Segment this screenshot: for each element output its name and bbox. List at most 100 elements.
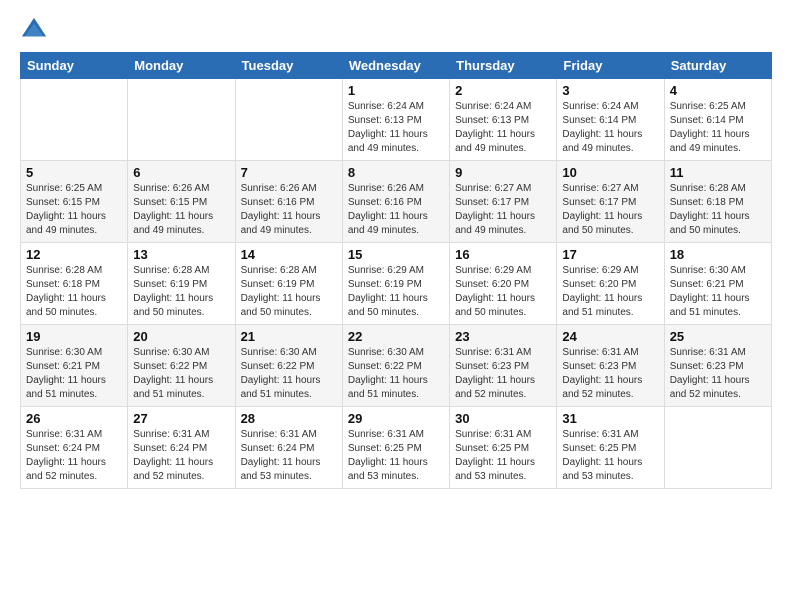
day-number: 22 — [348, 329, 444, 344]
weekday-header-friday: Friday — [557, 53, 664, 79]
weekday-header-saturday: Saturday — [664, 53, 771, 79]
calendar-cell: 8 Sunrise: 6:26 AM Sunset: 6:16 PM Daylig… — [342, 161, 449, 243]
calendar-cell: 11Sunrise: 6:28 AM Sunset: 6:18 PM Dayli… — [664, 161, 771, 243]
day-info: Sunrise: 6:26 AM Sunset: 6:16 PM Dayligh… — [348, 182, 444, 238]
weekday-header-tuesday: Tuesday — [235, 53, 342, 79]
day-info: Sunrise: 6:25 AM Sunset: 6:15 PM Dayligh… — [26, 182, 122, 238]
day-info: Sunrise: 6:31 AM Sunset: 6:23 PM Dayligh… — [562, 346, 658, 402]
calendar-cell: 19 Sunrise: 6:30 AM Sunset: 6:21 PM Dayli… — [21, 325, 128, 407]
day-number: 30 — [455, 411, 551, 426]
calendar-cell: 3 Sunrise: 6:24 AM Sunset: 6:14 PM Daylig… — [557, 79, 664, 161]
calendar-cell: 29 Sunrise: 6:31 AM Sunset: 6:25 PM Dayli… — [342, 407, 449, 489]
calendar-cell: 22 Sunrise: 6:30 AM Sunset: 6:22 PM Dayli… — [342, 325, 449, 407]
day-info: Sunrise: 6:31 AM Sunset: 6:25 PM Dayligh… — [455, 428, 551, 484]
day-number: 27 — [133, 411, 229, 426]
calendar-cell: 31 Sunrise: 6:31 AM Sunset: 6:25 PM Dayli… — [557, 407, 664, 489]
calendar-cell: 12 Sunrise: 6:28 AM Sunset: 6:18 PM Dayli… — [21, 243, 128, 325]
calendar-cell: 21 Sunrise: 6:30 AM Sunset: 6:22 PM Dayli… — [235, 325, 342, 407]
calendar-cell: 4Sunrise: 6:25 AM Sunset: 6:14 PM Daylig… — [664, 79, 771, 161]
calendar-cell: 25 Sunrise: 6:31 AM Sunset: 6:23 PM Dayli… — [664, 325, 771, 407]
day-info: Sunrise: 6:24 AM Sunset: 6:13 PM Dayligh… — [348, 100, 444, 156]
calendar-cell: 6 Sunrise: 6:26 AM Sunset: 6:15 PM Daylig… — [128, 161, 235, 243]
calendar-cell: 28Sunrise: 6:31 AM Sunset: 6:24 PM Dayli… — [235, 407, 342, 489]
day-number: 7 — [241, 165, 337, 180]
calendar-cell: 9 Sunrise: 6:27 AM Sunset: 6:17 PM Daylig… — [450, 161, 557, 243]
calendar-header: SundayMondayTuesdayWednesdayThursdayFrid… — [21, 53, 772, 79]
day-number: 23 — [455, 329, 551, 344]
day-number: 29 — [348, 411, 444, 426]
weekday-header-thursday: Thursday — [450, 53, 557, 79]
day-info: Sunrise: 6:31 AM Sunset: 6:25 PM Dayligh… — [348, 428, 444, 484]
day-number: 2 — [455, 83, 551, 98]
calendar-cell — [128, 79, 235, 161]
calendar-cell: 30 Sunrise: 6:31 AM Sunset: 6:25 PM Dayli… — [450, 407, 557, 489]
calendar-cell: 27Sunrise: 6:31 AM Sunset: 6:24 PM Dayli… — [128, 407, 235, 489]
calendar-cell: 13 Sunrise: 6:28 AM Sunset: 6:19 PM Dayli… — [128, 243, 235, 325]
day-number: 21 — [241, 329, 337, 344]
day-info: Sunrise: 6:29 AM Sunset: 6:20 PM Dayligh… — [562, 264, 658, 320]
calendar-week-5: 26Sunrise: 6:31 AM Sunset: 6:24 PM Dayli… — [21, 407, 772, 489]
calendar-table: SundayMondayTuesdayWednesdayThursdayFrid… — [20, 52, 772, 489]
day-number: 12 — [26, 247, 122, 262]
calendar-cell: 26Sunrise: 6:31 AM Sunset: 6:24 PM Dayli… — [21, 407, 128, 489]
day-info: Sunrise: 6:28 AM Sunset: 6:19 PM Dayligh… — [241, 264, 337, 320]
day-info: Sunrise: 6:31 AM Sunset: 6:23 PM Dayligh… — [670, 346, 766, 402]
day-info: Sunrise: 6:28 AM Sunset: 6:19 PM Dayligh… — [133, 264, 229, 320]
day-number: 5 — [26, 165, 122, 180]
calendar-cell: 14Sunrise: 6:28 AM Sunset: 6:19 PM Dayli… — [235, 243, 342, 325]
calendar-cell: 7Sunrise: 6:26 AM Sunset: 6:16 PM Daylig… — [235, 161, 342, 243]
day-info: Sunrise: 6:29 AM Sunset: 6:20 PM Dayligh… — [455, 264, 551, 320]
page: SundayMondayTuesdayWednesdayThursdayFrid… — [0, 0, 792, 612]
calendar-cell — [664, 407, 771, 489]
calendar-cell — [235, 79, 342, 161]
calendar-cell — [21, 79, 128, 161]
logo — [20, 16, 52, 44]
day-number: 6 — [133, 165, 229, 180]
calendar-week-2: 5 Sunrise: 6:25 AM Sunset: 6:15 PM Daylig… — [21, 161, 772, 243]
calendar-week-3: 12 Sunrise: 6:28 AM Sunset: 6:18 PM Dayli… — [21, 243, 772, 325]
day-info: Sunrise: 6:28 AM Sunset: 6:18 PM Dayligh… — [26, 264, 122, 320]
calendar-cell: 17 Sunrise: 6:29 AM Sunset: 6:20 PM Dayli… — [557, 243, 664, 325]
day-info: Sunrise: 6:30 AM Sunset: 6:22 PM Dayligh… — [348, 346, 444, 402]
weekday-header-monday: Monday — [128, 53, 235, 79]
day-info: Sunrise: 6:31 AM Sunset: 6:24 PM Dayligh… — [26, 428, 122, 484]
day-number: 10 — [562, 165, 658, 180]
day-info: Sunrise: 6:27 AM Sunset: 6:17 PM Dayligh… — [562, 182, 658, 238]
day-number: 3 — [562, 83, 658, 98]
weekday-header-row: SundayMondayTuesdayWednesdayThursdayFrid… — [21, 53, 772, 79]
day-number: 17 — [562, 247, 658, 262]
day-info: Sunrise: 6:30 AM Sunset: 6:21 PM Dayligh… — [670, 264, 766, 320]
day-info: Sunrise: 6:26 AM Sunset: 6:15 PM Dayligh… — [133, 182, 229, 238]
calendar-cell: 24Sunrise: 6:31 AM Sunset: 6:23 PM Dayli… — [557, 325, 664, 407]
calendar-cell: 5 Sunrise: 6:25 AM Sunset: 6:15 PM Daylig… — [21, 161, 128, 243]
calendar-week-4: 19 Sunrise: 6:30 AM Sunset: 6:21 PM Dayli… — [21, 325, 772, 407]
day-info: Sunrise: 6:31 AM Sunset: 6:25 PM Dayligh… — [562, 428, 658, 484]
day-info: Sunrise: 6:30 AM Sunset: 6:22 PM Dayligh… — [133, 346, 229, 402]
day-number: 13 — [133, 247, 229, 262]
calendar-cell: 15Sunrise: 6:29 AM Sunset: 6:19 PM Dayli… — [342, 243, 449, 325]
day-info: Sunrise: 6:30 AM Sunset: 6:21 PM Dayligh… — [26, 346, 122, 402]
day-number: 16 — [455, 247, 551, 262]
day-info: Sunrise: 6:30 AM Sunset: 6:22 PM Dayligh… — [241, 346, 337, 402]
day-info: Sunrise: 6:24 AM Sunset: 6:14 PM Dayligh… — [562, 100, 658, 156]
day-number: 25 — [670, 329, 766, 344]
day-number: 9 — [455, 165, 551, 180]
header — [20, 16, 772, 44]
logo-icon — [20, 16, 48, 44]
calendar-cell: 20Sunrise: 6:30 AM Sunset: 6:22 PM Dayli… — [128, 325, 235, 407]
day-number: 18 — [670, 247, 766, 262]
day-info: Sunrise: 6:29 AM Sunset: 6:19 PM Dayligh… — [348, 264, 444, 320]
day-info: Sunrise: 6:27 AM Sunset: 6:17 PM Dayligh… — [455, 182, 551, 238]
day-info: Sunrise: 6:31 AM Sunset: 6:23 PM Dayligh… — [455, 346, 551, 402]
day-number: 19 — [26, 329, 122, 344]
calendar-cell: 16 Sunrise: 6:29 AM Sunset: 6:20 PM Dayli… — [450, 243, 557, 325]
calendar-cell: 10 Sunrise: 6:27 AM Sunset: 6:17 PM Dayli… — [557, 161, 664, 243]
day-info: Sunrise: 6:31 AM Sunset: 6:24 PM Dayligh… — [241, 428, 337, 484]
day-info: Sunrise: 6:25 AM Sunset: 6:14 PM Dayligh… — [670, 100, 766, 156]
calendar-cell: 1 Sunrise: 6:24 AM Sunset: 6:13 PM Daylig… — [342, 79, 449, 161]
day-info: Sunrise: 6:28 AM Sunset: 6:18 PM Dayligh… — [670, 182, 766, 238]
calendar-cell: 23 Sunrise: 6:31 AM Sunset: 6:23 PM Dayli… — [450, 325, 557, 407]
day-number: 8 — [348, 165, 444, 180]
day-number: 31 — [562, 411, 658, 426]
day-number: 1 — [348, 83, 444, 98]
